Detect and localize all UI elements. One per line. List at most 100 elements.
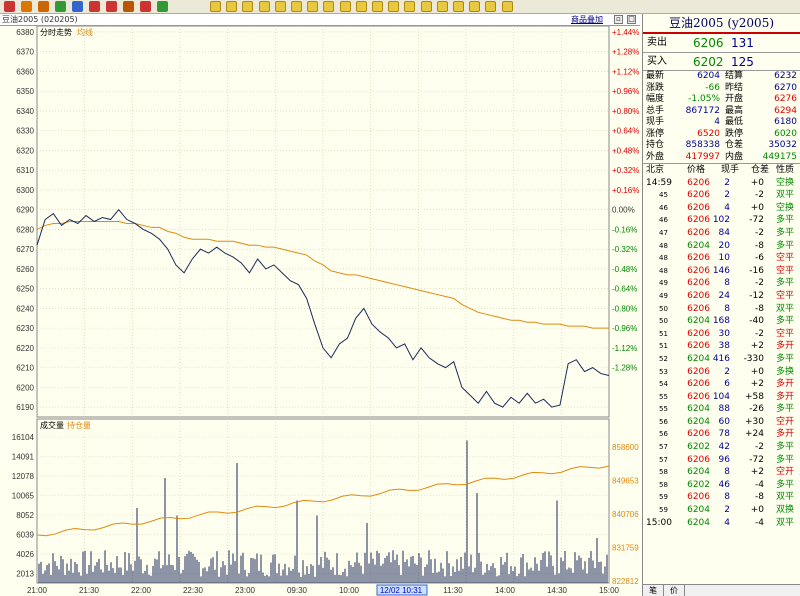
toolbar-tool-icon[interactable] xyxy=(157,1,168,12)
period-button-icon[interactable] xyxy=(323,1,335,12)
stat-cell: 6276 xyxy=(774,94,797,104)
period-button-icon[interactable] xyxy=(307,1,319,12)
stat-cell: 总手 xyxy=(646,105,665,116)
tick-cell: 双平 xyxy=(776,303,795,314)
volume-tick-label: 12078 xyxy=(12,472,35,481)
tick-cell: 102 xyxy=(712,215,730,226)
tick-cell: 46 xyxy=(659,216,668,225)
price-tick-label: 6240 xyxy=(16,304,34,313)
price-tick-label: 6380 xyxy=(16,28,34,37)
tick-row: 50 6206 8 -8 双平 xyxy=(643,303,800,316)
tick-cell: -4 xyxy=(755,517,764,528)
period-button-icon[interactable] xyxy=(372,1,383,12)
tick-cell: 多平 xyxy=(776,316,795,327)
period-button-icon[interactable] xyxy=(226,1,238,12)
oi-tick-label: 849653 xyxy=(612,477,639,486)
stat-cell: 开盘 xyxy=(725,94,744,104)
tick-row: 46 6206 102 -72 多平 xyxy=(643,214,800,227)
period-button-icon[interactable] xyxy=(404,1,416,12)
intraday-chart[interactable]: 6380 6370 6360 6350 6340 6330 6320 6310 6300 6290… xyxy=(0,26,642,596)
tick-cell: 空平 xyxy=(776,265,795,276)
tick-cell: 46 xyxy=(718,479,730,490)
tab-prices[interactable]: 价 xyxy=(664,585,685,596)
period-button-icon[interactable] xyxy=(355,1,367,12)
stat-row: 现手 4 最低 6180 xyxy=(643,117,800,129)
tab-trades[interactable]: 笔 xyxy=(643,585,664,596)
tick-cell: 51 xyxy=(659,329,668,338)
toolbar-tool-icon[interactable] xyxy=(140,1,151,12)
period-button-icon[interactable] xyxy=(210,1,221,12)
volume-tick-label: 4026 xyxy=(16,550,34,559)
toolbar-tool-icon[interactable] xyxy=(4,1,15,12)
tick-row: 57 6206 96 -72 多平 xyxy=(643,454,800,467)
time-axis-label: 23:00 xyxy=(235,586,256,595)
tick-cell: -2 xyxy=(755,278,764,289)
tick-row: 45 6206 2 -2 双平 xyxy=(643,189,800,202)
price-tick-label: 6270 xyxy=(16,245,34,254)
tick-row: 52 6204 416 -330 多平 xyxy=(643,353,800,366)
chart-title-bar: 豆油2005 (020205) 商品叠加 ▫ □ xyxy=(0,14,640,26)
tick-cell: 2 xyxy=(724,190,730,201)
period-button-icon[interactable] xyxy=(291,1,302,12)
period-button-icon[interactable] xyxy=(501,1,513,12)
tick-list[interactable]: 北京 价格 现手 仓差 性质 14:59 6206 2 +0 空换 45 6206 2 -2 双平 46 620… xyxy=(643,163,800,529)
period-button-icon[interactable] xyxy=(242,1,254,12)
toolbar-tool-icon[interactable] xyxy=(38,1,49,12)
tick-cell: 6204 xyxy=(687,316,710,327)
period-button-icon[interactable] xyxy=(436,1,448,12)
maximize-icon[interactable]: □ xyxy=(627,15,636,24)
stat-cell: 涨停 xyxy=(646,128,665,139)
toolbar-tool-icon[interactable] xyxy=(89,1,100,12)
tick-cell: 6206 xyxy=(687,328,710,339)
period-button-icon[interactable] xyxy=(274,1,286,12)
percent-tick-label: -0.32% xyxy=(612,245,637,254)
tick-cell: +24 xyxy=(745,429,764,440)
tick-cell: 53 xyxy=(659,367,668,376)
percent-tick-label: +0.32% xyxy=(612,166,639,175)
tick-cell: 8 xyxy=(724,303,730,314)
toolbar-tool-icon[interactable] xyxy=(55,1,66,12)
stat-cell: 现手 xyxy=(646,117,665,127)
tick-cell: 6206 xyxy=(687,177,710,188)
tick-cell: +0 xyxy=(750,177,764,188)
period-button-icon[interactable] xyxy=(469,1,481,12)
price-panel-title: 分时走势 xyxy=(40,27,72,37)
tick-cell: -8 xyxy=(755,492,764,503)
tick-cell: 6206 xyxy=(687,253,710,264)
stat-cell: 跌停 xyxy=(725,128,744,139)
tick-cell: 6206 xyxy=(687,454,710,465)
stat-cell: 最低 xyxy=(725,117,744,127)
oi-tick-label: 831759 xyxy=(612,544,639,553)
period-button-icon[interactable] xyxy=(258,1,270,12)
tick-cell: +0 xyxy=(750,366,764,377)
tick-row: 49 6206 24 -12 空平 xyxy=(643,290,800,303)
period-button-icon[interactable] xyxy=(339,1,351,12)
toolbar-tool-icon[interactable] xyxy=(106,1,117,12)
sell-price: 6206 xyxy=(693,36,724,50)
tick-cell: 多开 xyxy=(776,429,795,440)
stat-row: 外盘 417997 内盘 449175 xyxy=(643,152,800,164)
tick-cell: 58 xyxy=(659,480,668,489)
toolbar-tool-icon[interactable] xyxy=(123,1,134,12)
toolbar-tool-icon[interactable] xyxy=(21,1,32,12)
tick-cell: -330 xyxy=(743,353,764,364)
tick-cell: 6206 xyxy=(687,391,710,402)
toolbar-tool-icon[interactable] xyxy=(72,1,83,12)
tick-cell: 双平 xyxy=(776,517,795,528)
period-button-icon[interactable] xyxy=(485,1,497,12)
stat-row: 持仓 858338 仓差 35032 xyxy=(643,140,800,152)
restore-icon[interactable]: ▫ xyxy=(614,15,623,24)
period-button-icon[interactable] xyxy=(420,1,432,12)
tick-cell: 2 xyxy=(724,505,730,516)
tick-row: 58 6202 46 -4 多平 xyxy=(643,479,800,492)
stat-cell: 最新 xyxy=(646,71,665,81)
tick-row: 55 6206 104 +58 多开 xyxy=(643,391,800,404)
price-tick-label: 6280 xyxy=(16,225,34,234)
period-button-icon[interactable] xyxy=(388,1,400,12)
period-button-icon[interactable] xyxy=(453,1,464,12)
price-tick-label: 6370 xyxy=(16,48,34,57)
tick-cell: 10 xyxy=(718,253,730,264)
tick-cell: 56 xyxy=(659,430,668,439)
overlay-button[interactable]: 商品叠加 xyxy=(571,14,603,25)
tick-cell: 6204 xyxy=(687,467,710,478)
